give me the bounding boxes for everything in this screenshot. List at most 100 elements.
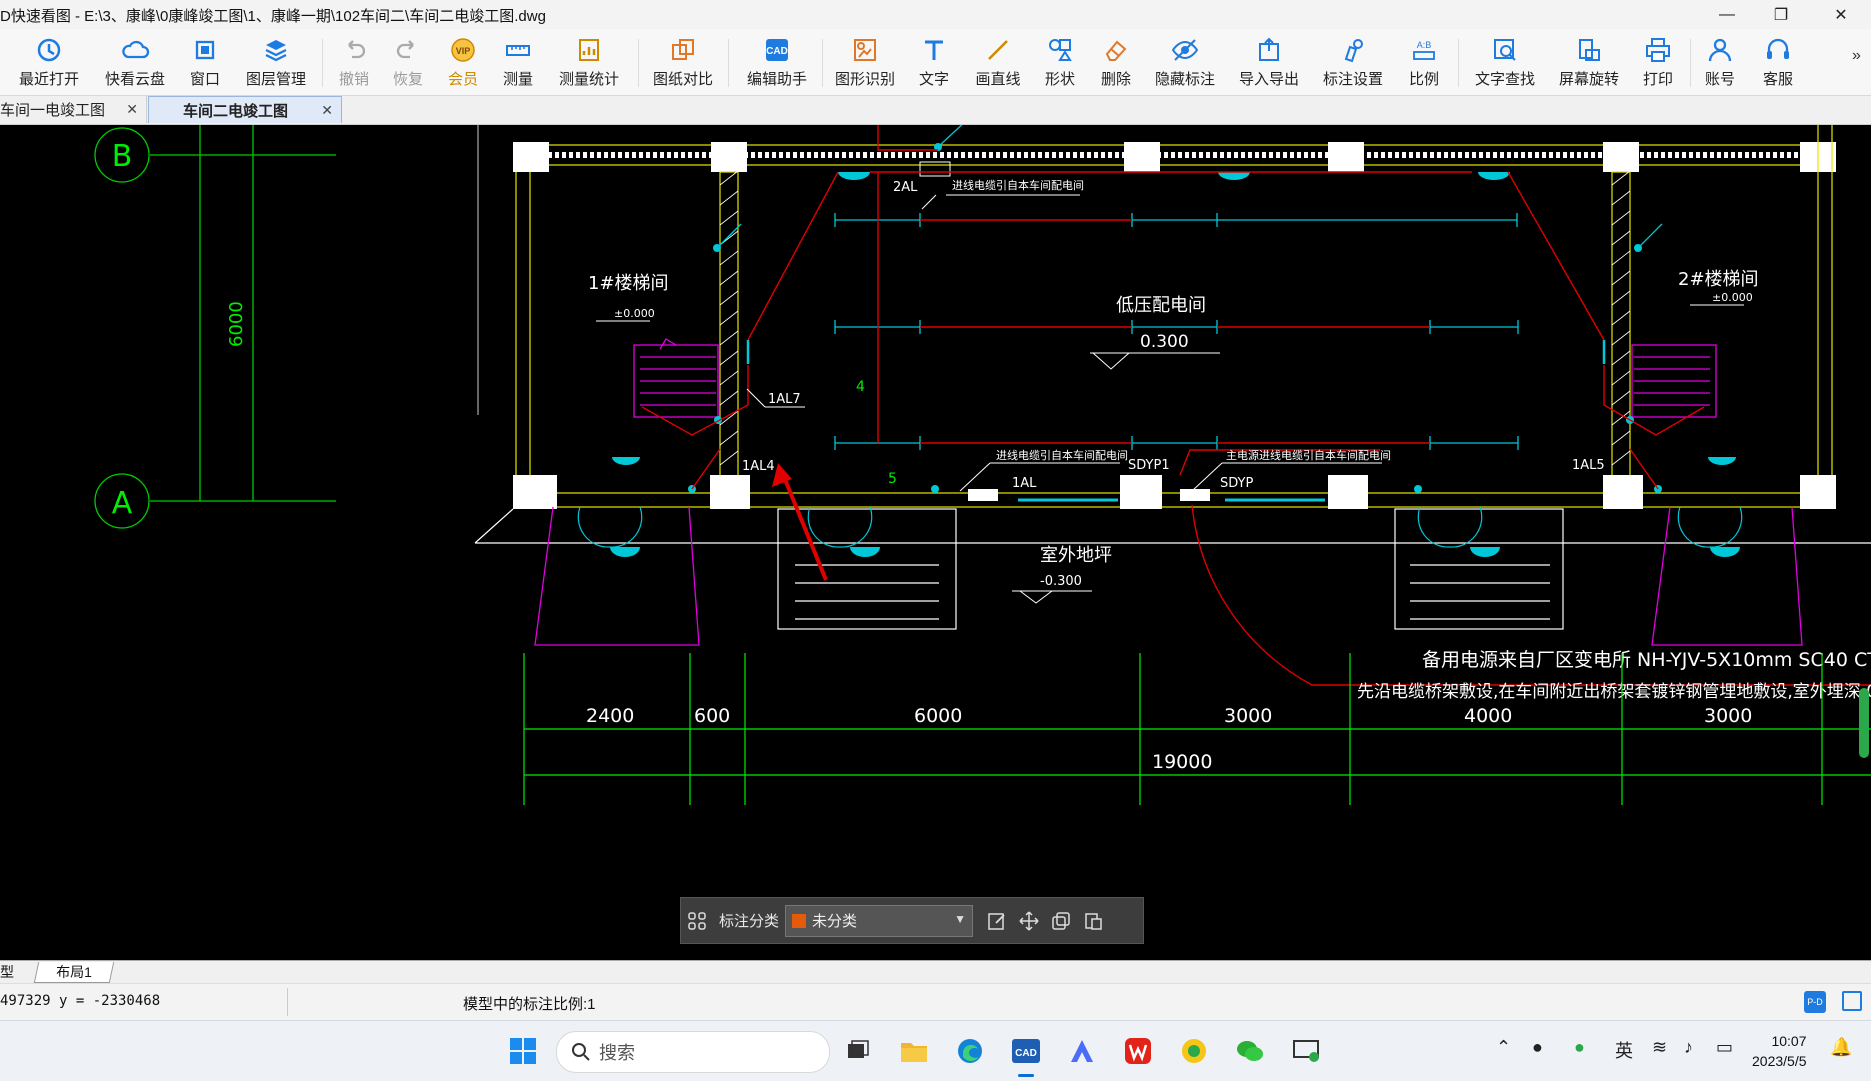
- notification-bell-icon[interactable]: 🔔: [1830, 1037, 1852, 1058]
- shape-icon: [1049, 39, 1072, 61]
- input-method-indicator[interactable]: 英: [1615, 1037, 1633, 1063]
- rotate-screen-button[interactable]: 屏幕旋转: [1554, 33, 1624, 91]
- category-color-swatch: [792, 913, 807, 928]
- vertical-scroll-handle[interactable]: [1859, 688, 1869, 758]
- import-export-button[interactable]: 导入导出: [1234, 33, 1304, 91]
- app-a-icon[interactable]: [1064, 1033, 1100, 1069]
- measure-stats-icon: [579, 39, 599, 61]
- vip-button[interactable]: VIP 会员: [443, 33, 483, 91]
- file-explorer-icon[interactable]: [896, 1033, 932, 1069]
- tab-layout-1[interactable]: 布局1: [33, 962, 115, 983]
- redo-button[interactable]: 恢复: [388, 33, 428, 91]
- document-tabs: 车间一电竣工图 ✕ 车间二电竣工图 ✕: [0, 96, 1871, 125]
- note-incoming-2al: 进线电缆引自本车间配电间: [952, 178, 1084, 192]
- recent-open-button[interactable]: 最近打开: [14, 33, 84, 91]
- tag-sdyp: SDYP: [1220, 476, 1253, 491]
- ruler-icon: [506, 45, 530, 56]
- account-button[interactable]: 账号: [1700, 33, 1740, 91]
- text-search-icon: [1494, 39, 1516, 61]
- cad-drawing: B A 6000 1#楼梯间 低压配电间 2#楼梯间 室外地坪 ±0.000 ±…: [94, 125, 1871, 805]
- edit-assistant-icon: CAD: [766, 39, 788, 61]
- layer-manager-button[interactable]: 图层管理: [242, 33, 310, 91]
- tab-model[interactable]: 型: [0, 962, 22, 982]
- status-bar: 497329 y = -2330468 模型中的标注比例:1 P-D: [0, 983, 1871, 1020]
- window-icon: [195, 40, 215, 60]
- remote-desktop-icon[interactable]: [1288, 1033, 1324, 1069]
- window-button[interactable]: 窗口: [182, 33, 228, 91]
- measure-button[interactable]: 测量: [498, 33, 538, 91]
- tag-1al7: 1AL7: [768, 392, 801, 407]
- svg-text:A:B: A:B: [1417, 40, 1432, 50]
- text-search-button[interactable]: 文字查找: [1470, 33, 1540, 91]
- minimize-icon[interactable]: —: [1700, 0, 1754, 29]
- close-tab-icon[interactable]: ✕: [126, 101, 138, 118]
- music-app-icon[interactable]: [1176, 1033, 1212, 1069]
- copy-icon[interactable]: [1045, 905, 1077, 937]
- tray-app-icon[interactable]: ●: [1532, 1037, 1543, 1058]
- layout-tabs: 型 布局1: [0, 960, 1871, 983]
- wps-icon[interactable]: [1120, 1033, 1156, 1069]
- cloud-drive-button[interactable]: 快看云盘: [100, 33, 170, 91]
- edit-assistant-button[interactable]: CAD 编辑助手: [742, 33, 812, 91]
- scale-button[interactable]: A:B 比例: [1404, 33, 1444, 91]
- scale-icon: A:B: [1413, 40, 1435, 60]
- room-outdoor-ground: 室外地坪: [1040, 545, 1112, 566]
- measure-stats-button[interactable]: 测量统计: [554, 33, 624, 91]
- text-icon: [925, 40, 943, 60]
- move-icon[interactable]: [1013, 905, 1045, 937]
- pdf-icon[interactable]: P-D: [1804, 991, 1826, 1013]
- restore-icon[interactable]: ❐: [1754, 0, 1808, 29]
- undo-button[interactable]: 撤销: [334, 33, 374, 91]
- toolbar-more-button[interactable]: »: [1852, 47, 1861, 65]
- task-view-icon[interactable]: [840, 1033, 876, 1069]
- compare-icon: [672, 39, 694, 60]
- annotation-category-label: 标注分类: [719, 913, 780, 930]
- dim-total: 19000: [1152, 751, 1212, 773]
- hide-annotation-button[interactable]: 隐藏标注: [1150, 33, 1220, 91]
- cad-viewer-taskbar-icon[interactable]: CAD: [1008, 1033, 1044, 1077]
- taskbar-search[interactable]: 搜索: [556, 1031, 830, 1073]
- note-main-incoming: 主电源进线电缆引自本车间配电间: [1226, 448, 1391, 462]
- tray-overflow-icon[interactable]: ⌃: [1496, 1037, 1511, 1058]
- paste-icon[interactable]: [1077, 905, 1109, 937]
- level-room: 0.300: [1140, 332, 1189, 352]
- drawing-canvas[interactable]: B A 6000 1#楼梯间 低压配电间 2#楼梯间 室外地坪 ±0.000 ±…: [0, 125, 1871, 960]
- tab-workshop-two[interactable]: 车间二电竣工图 ✕: [148, 96, 342, 123]
- volume-icon[interactable]: ♪: [1684, 1037, 1693, 1058]
- system-clock[interactable]: 10:07 2023/5/5: [1752, 1031, 1807, 1071]
- dim-4000: 4000: [1464, 705, 1512, 727]
- close-tab-icon[interactable]: ✕: [321, 102, 333, 119]
- grid-apps-icon[interactable]: [681, 905, 713, 937]
- room-lv-distribution: 低压配电间: [1116, 295, 1206, 316]
- tray-shield-icon[interactable]: ●: [1574, 1037, 1585, 1058]
- draw-line-button[interactable]: 画直线: [972, 33, 1024, 91]
- hide-annotation-icon: [1171, 39, 1199, 61]
- shape-recognition-button[interactable]: 图形识别: [830, 33, 900, 91]
- annotation-settings-button[interactable]: 标注设置: [1318, 33, 1388, 91]
- circuit-count-4: 4: [856, 379, 865, 395]
- wifi-icon[interactable]: ≋: [1652, 1037, 1667, 1058]
- text-button[interactable]: 文字: [914, 33, 954, 91]
- battery-icon[interactable]: ▭: [1716, 1037, 1733, 1058]
- edge-browser-icon[interactable]: [952, 1033, 988, 1069]
- shape-button[interactable]: 形状: [1040, 33, 1080, 91]
- dim-6000: 6000: [914, 705, 962, 727]
- eraser-icon: [1105, 40, 1127, 61]
- annotation-category-select[interactable]: 未分类 ▼: [785, 904, 974, 937]
- annotation-category-bar: 标注分类 未分类 ▼: [680, 897, 1144, 944]
- close-icon[interactable]: ✕: [1814, 0, 1868, 29]
- tag-1al: 1AL: [1012, 476, 1037, 491]
- delete-button[interactable]: 删除: [1096, 33, 1136, 91]
- fullscreen-icon[interactable]: [1842, 991, 1862, 1011]
- account-icon: [1708, 38, 1732, 62]
- edit-annotation-icon[interactable]: [981, 905, 1013, 937]
- tab-workshop-one[interactable]: 车间一电竣工图 ✕: [0, 96, 147, 123]
- wechat-icon[interactable]: [1232, 1033, 1268, 1069]
- customer-service-button[interactable]: 客服: [1758, 33, 1798, 91]
- annotation-settings-icon: [1344, 39, 1363, 63]
- windows-start-icon[interactable]: [505, 1033, 541, 1069]
- compare-drawings-button[interactable]: 图纸对比: [648, 33, 718, 91]
- note-incoming-1al: 进线电缆引自本车间配电间: [996, 448, 1128, 462]
- level-outdoor: -0.300: [1040, 574, 1082, 589]
- print-button[interactable]: 打印: [1638, 33, 1678, 91]
